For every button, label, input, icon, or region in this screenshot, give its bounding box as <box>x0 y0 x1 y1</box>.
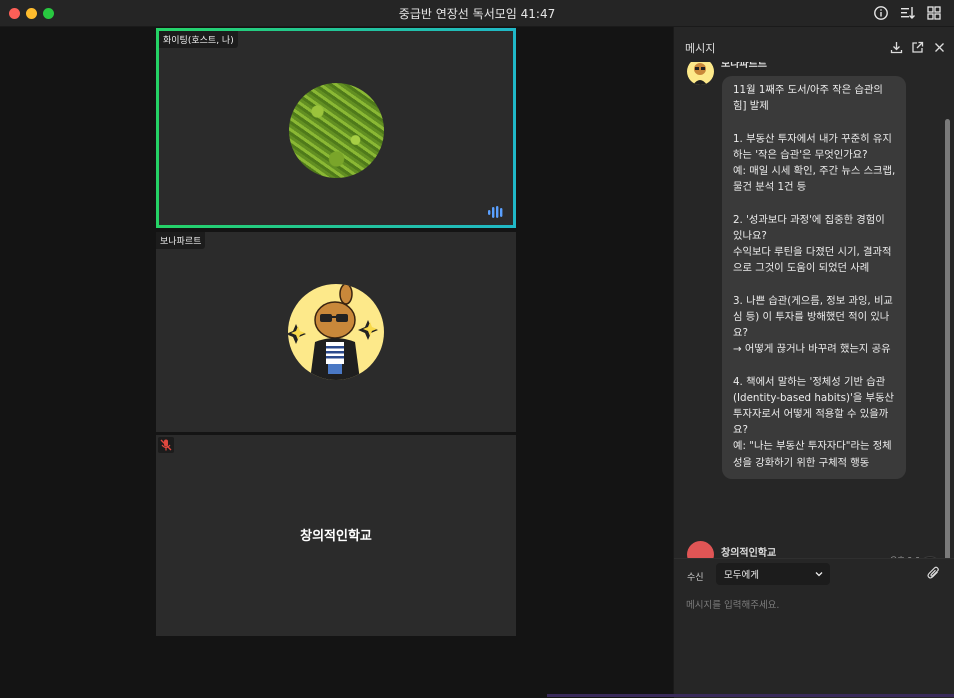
popout-icon[interactable] <box>911 41 924 54</box>
scrollbar-thumb[interactable] <box>945 119 950 564</box>
panel-title: 메시지 <box>685 42 716 55</box>
title-bar: 중급반 연장선 독서모임 41:47 <box>0 0 954 27</box>
grid-icon[interactable] <box>926 5 942 21</box>
close-icon[interactable] <box>933 41 946 54</box>
recipient-label: 수신 <box>687 573 704 583</box>
video-stage: 화이팅(호스트, 나) 보나파르트 창의적인학교 <box>0 27 673 697</box>
message-sender: 창의적인학교 <box>721 548 777 559</box>
composer: 수신 모두에게 <box>674 558 954 698</box>
download-icon[interactable] <box>890 41 903 54</box>
participant-display-name: 창의적인학교 <box>300 529 372 544</box>
audio-level-icon <box>488 206 503 218</box>
recipient-value: 모두에게 <box>724 570 759 581</box>
participant-tile[interactable]: 창의적인학교 <box>156 435 516 636</box>
chevron-down-icon <box>815 572 823 577</box>
participant-name-label: 보나파르트 <box>156 232 206 249</box>
avatar <box>288 284 384 380</box>
message-input[interactable] <box>684 593 946 617</box>
message-panel: 메시지 보나파르트 11월 1째주 도서/아주 작은 습관의 힘] 발제 1. … <box>673 27 954 698</box>
info-icon[interactable] <box>873 5 889 21</box>
recipient-select[interactable]: 모두에게 <box>716 563 830 585</box>
paperclip-icon[interactable] <box>927 566 941 580</box>
avatar <box>687 62 714 85</box>
sort-icon[interactable] <box>900 5 916 21</box>
window-title: 중급반 연장선 독서모임 41:47 <box>398 7 556 21</box>
participant-tile[interactable]: 보나파르트 <box>156 232 516 432</box>
mic-muted-icon <box>158 437 174 453</box>
message-sender: 보나파르트 <box>721 62 767 70</box>
avatar <box>289 83 384 178</box>
participant-tile-host[interactable]: 화이팅(호스트, 나) <box>156 28 516 228</box>
message-list[interactable]: 보나파르트 11월 1째주 도서/아주 작은 습관의 힘] 발제 1. 부동산 … <box>674 62 954 587</box>
participant-name-label: 화이팅(호스트, 나) <box>159 31 238 48</box>
message-bubble[interactable]: 11월 1째주 도서/아주 작은 습관의 힘] 발제 1. 부동산 투자에서 내… <box>722 76 906 479</box>
